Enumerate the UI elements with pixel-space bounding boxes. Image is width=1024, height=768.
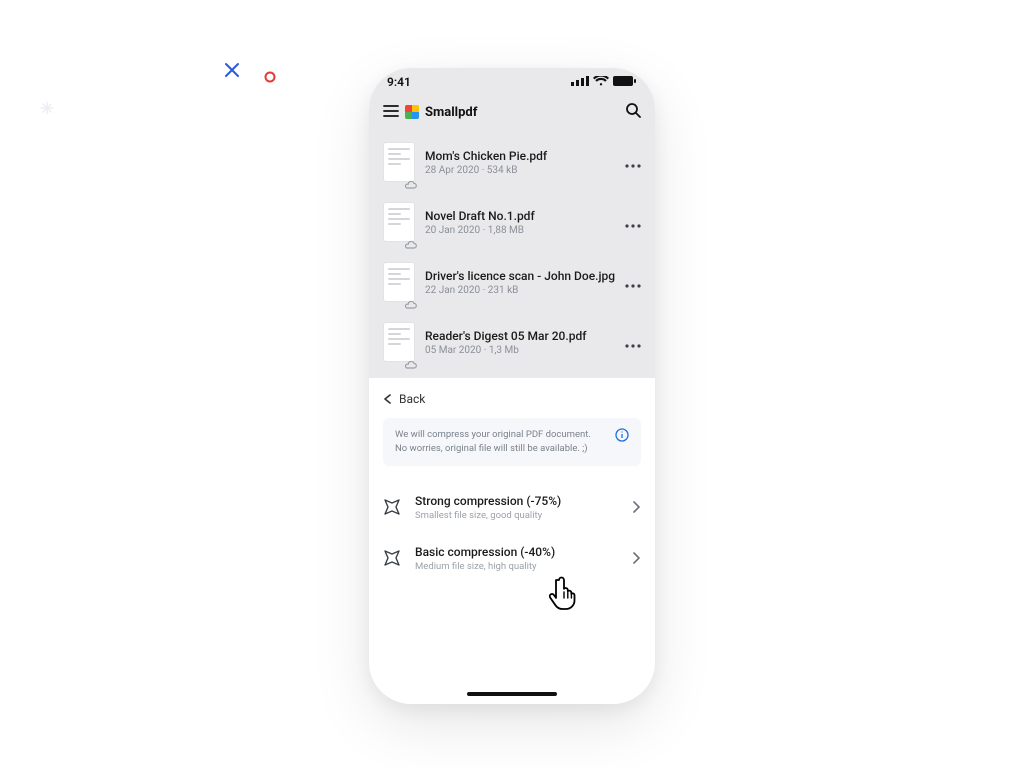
more-icon[interactable] [625, 333, 641, 352]
file-thumbnail-icon [383, 322, 415, 362]
chevron-right-icon [633, 498, 641, 517]
decoration-circle-icon [264, 68, 276, 87]
decoration-x-icon [224, 62, 240, 82]
cloud-icon [404, 175, 418, 185]
file-row[interactable]: Reader's Digest 05 Mar 20.pdf 05 Mar 202… [369, 312, 655, 372]
info-text-line2: No worries, original file will still be … [395, 442, 605, 456]
file-list: Mom's Chicken Pie.pdf 28 Apr 2020 · 534 … [369, 132, 655, 378]
more-icon[interactable] [625, 153, 641, 172]
info-banner: We will compress your original PDF docum… [383, 418, 641, 466]
file-subtitle: 05 Mar 2020 · 1,3 Mb [425, 345, 615, 356]
option-basic-compression[interactable]: Basic compression (-40%) Medium file siz… [383, 533, 641, 584]
file-subtitle: 28 Apr 2020 · 534 kB [425, 165, 615, 176]
file-title: Driver's licence scan - John Doe.jpg [425, 269, 615, 283]
signal-icon [571, 75, 589, 89]
back-label: Back [399, 392, 425, 406]
info-text-line1: We will compress your original PDF docum… [395, 428, 605, 442]
search-icon[interactable] [625, 102, 641, 122]
file-subtitle: 20 Jan 2020 · 1,88 MB [425, 225, 615, 236]
file-row[interactable]: Novel Draft No.1.pdf 20 Jan 2020 · 1,88 … [369, 192, 655, 252]
cloud-icon [404, 355, 418, 365]
wifi-icon [593, 75, 609, 89]
option-title: Strong compression (-75%) [415, 494, 619, 508]
more-icon[interactable] [625, 273, 641, 292]
option-strong-compression[interactable]: Strong compression (-75%) Smallest file … [383, 482, 641, 533]
more-icon[interactable] [625, 213, 641, 232]
file-thumbnail-icon [383, 262, 415, 302]
option-subtitle: Smallest file size, good quality [415, 510, 619, 521]
file-subtitle: 22 Jan 2020 · 231 kB [425, 285, 615, 296]
smallpdf-logo-icon [405, 105, 419, 119]
app-brand: Smallpdf [425, 105, 477, 120]
option-subtitle: Medium file size, high quality [415, 561, 619, 572]
info-icon [615, 428, 629, 447]
phone-mockup: 9:41 Smallpdf [369, 68, 655, 704]
file-thumbnail-icon [383, 202, 415, 242]
file-title: Mom's Chicken Pie.pdf [425, 149, 615, 163]
app-header: Smallpdf [369, 96, 655, 132]
compress-sheet: Back We will compress your original PDF … [369, 378, 655, 624]
back-button[interactable]: Back [383, 390, 641, 418]
decoration-sparkle-icon [40, 100, 54, 119]
menu-icon[interactable] [383, 103, 399, 122]
battery-icon [613, 75, 637, 89]
file-row[interactable]: Mom's Chicken Pie.pdf 28 Apr 2020 · 534 … [369, 132, 655, 192]
file-thumbnail-icon [383, 142, 415, 182]
home-indicator [467, 692, 557, 696]
chevron-right-icon [633, 549, 641, 568]
cloud-icon [404, 235, 418, 245]
file-title: Novel Draft No.1.pdf [425, 209, 615, 223]
compress-icon [383, 498, 401, 516]
status-time: 9:41 [387, 75, 411, 89]
compress-icon [383, 549, 401, 567]
phone-notch [452, 68, 572, 90]
cloud-icon [404, 295, 418, 305]
option-title: Basic compression (-40%) [415, 545, 619, 559]
file-row[interactable]: Driver's licence scan - John Doe.jpg 22 … [369, 252, 655, 312]
file-title: Reader's Digest 05 Mar 20.pdf [425, 329, 615, 343]
